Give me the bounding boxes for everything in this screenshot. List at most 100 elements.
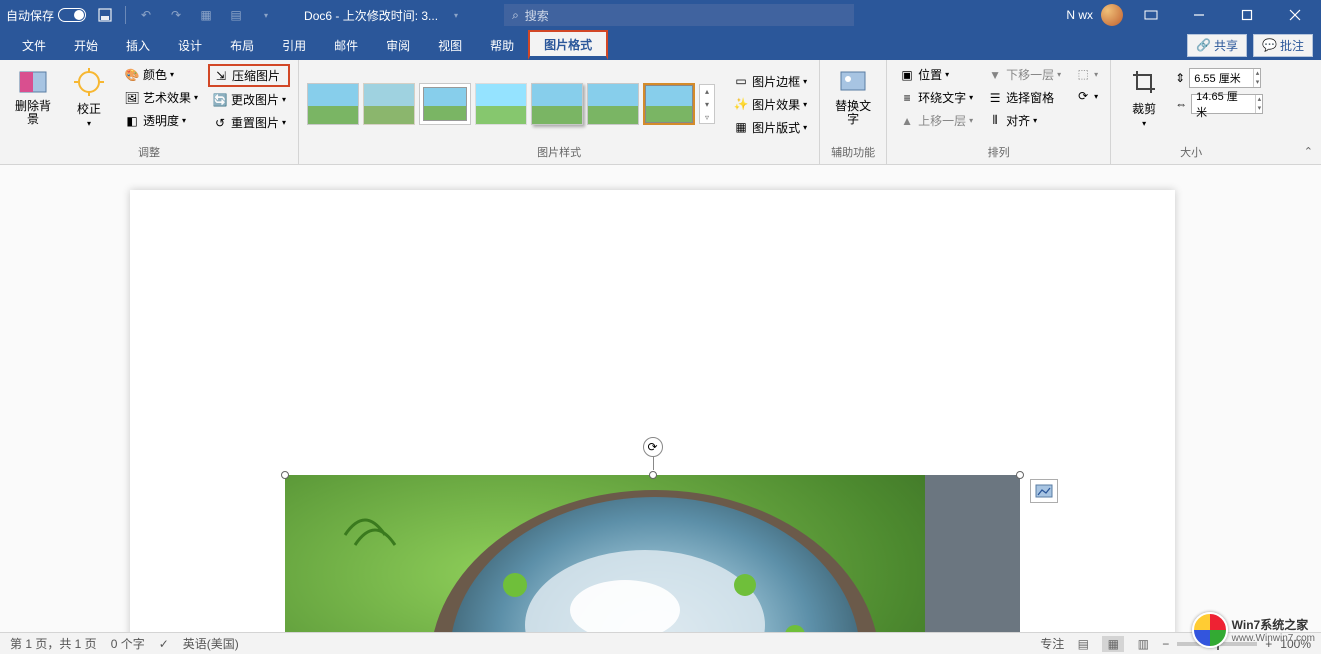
comment-icon: 💬 bbox=[1262, 38, 1277, 52]
proofing-icon[interactable]: ✓ bbox=[159, 637, 169, 651]
crop-button[interactable]: 裁剪▾ bbox=[1119, 64, 1169, 130]
zoom-out-icon[interactable]: − bbox=[1162, 637, 1169, 651]
rotate-handle[interactable]: ⟳ bbox=[643, 437, 663, 457]
style-thumb[interactable] bbox=[307, 83, 359, 125]
ribbon-mode-icon[interactable] bbox=[1131, 0, 1171, 30]
word-count[interactable]: 0 个字 bbox=[111, 635, 145, 652]
sel-pane-icon: ☰ bbox=[987, 90, 1003, 106]
remove-bg-icon bbox=[17, 66, 49, 98]
tab-insert[interactable]: 插入 bbox=[112, 30, 164, 60]
maximize-icon[interactable] bbox=[1227, 0, 1267, 30]
width-icon: ⇔ bbox=[1175, 97, 1187, 111]
style-thumb[interactable] bbox=[363, 83, 415, 125]
tab-home[interactable]: 开始 bbox=[60, 30, 112, 60]
resize-handle[interactable] bbox=[649, 471, 657, 479]
height-input[interactable]: 6.55 厘米 bbox=[1189, 68, 1261, 88]
watermark-url: www.Winwin7.com bbox=[1232, 633, 1315, 644]
rotate-button[interactable]: ⟳▾ bbox=[1071, 86, 1102, 106]
artistic-icon: 🖼 bbox=[124, 90, 140, 106]
group-label-styles: 图片样式 bbox=[307, 144, 811, 162]
style-thumb[interactable] bbox=[531, 83, 583, 125]
change-picture-button[interactable]: 🔄更改图片▾ bbox=[208, 89, 290, 110]
tab-file[interactable]: 文件 bbox=[8, 30, 60, 60]
close-icon[interactable] bbox=[1275, 0, 1315, 30]
wrap-text-button[interactable]: ≡环绕文字▾ bbox=[895, 87, 977, 108]
undo-icon[interactable]: ↶ bbox=[134, 3, 158, 27]
tab-review[interactable]: 审阅 bbox=[372, 30, 424, 60]
save-icon[interactable] bbox=[93, 3, 117, 27]
corrections-icon bbox=[73, 66, 105, 98]
style-thumb-selected[interactable] bbox=[643, 83, 695, 125]
resize-handle[interactable] bbox=[1016, 471, 1024, 479]
position-button[interactable]: ▣位置▾ bbox=[895, 64, 977, 85]
layout-options-button[interactable] bbox=[1030, 479, 1058, 503]
focus-mode[interactable]: 专注 bbox=[1040, 635, 1064, 652]
tab-view[interactable]: 视图 bbox=[424, 30, 476, 60]
width-input[interactable]: 14.65 厘米 bbox=[1191, 94, 1263, 114]
alt-text-button[interactable]: 替换文字 bbox=[828, 64, 878, 128]
autosave-label: 自动保存 bbox=[6, 7, 54, 24]
gallery-more-button[interactable]: ▴▾▿ bbox=[699, 84, 715, 124]
title-dropdown-icon[interactable]: ▾ bbox=[444, 3, 468, 27]
border-icon: ▭ bbox=[733, 73, 749, 89]
watermark-logo-icon bbox=[1192, 612, 1228, 648]
qat-icon2[interactable]: ▤ bbox=[224, 3, 248, 27]
tab-picture-format[interactable]: 图片格式 bbox=[528, 30, 608, 60]
group-label-adjust: 调整 bbox=[8, 144, 290, 162]
reset-picture-button[interactable]: ↺重置图片▾ bbox=[208, 112, 290, 133]
document-area[interactable]: ⟳ bbox=[0, 165, 1321, 632]
collapse-ribbon-icon[interactable]: ⌃ bbox=[1304, 145, 1313, 158]
group-label-accessibility: 辅助功能 bbox=[828, 144, 878, 162]
autosave-toggle[interactable]: 自动保存 开 bbox=[6, 7, 75, 24]
minimize-icon[interactable] bbox=[1179, 0, 1219, 30]
artistic-effects-button[interactable]: 🖼艺术效果▾ bbox=[120, 87, 202, 108]
style-thumb[interactable] bbox=[419, 83, 471, 125]
height-field[interactable]: ⇕6.55 厘米 bbox=[1175, 68, 1263, 88]
share-icon: 🔗 bbox=[1196, 38, 1211, 52]
picture-styles-gallery[interactable]: ▴▾▿ bbox=[307, 83, 715, 125]
selection-pane-button[interactable]: ☰选择窗格 bbox=[983, 87, 1065, 108]
group-label-size: 大小 bbox=[1119, 144, 1263, 162]
qat-dropdown-icon[interactable]: ▾ bbox=[254, 3, 278, 27]
style-thumb[interactable] bbox=[475, 83, 527, 125]
user-avatar[interactable] bbox=[1101, 4, 1123, 26]
search-icon: ⌕ bbox=[512, 8, 519, 23]
tab-help[interactable]: 帮助 bbox=[476, 30, 528, 60]
tab-mailings[interactable]: 邮件 bbox=[320, 30, 372, 60]
language-status[interactable]: 英语(美国) bbox=[183, 635, 239, 652]
group-size: 裁剪▾ ⇕6.55 厘米 ⇔ 14.65 厘米 大小 bbox=[1111, 60, 1271, 164]
picture-layout-button[interactable]: ▦图片版式▾ bbox=[729, 117, 811, 138]
qat-icon[interactable]: ▦ bbox=[194, 3, 218, 27]
web-layout-icon[interactable]: ▥ bbox=[1132, 636, 1154, 652]
picture-effects-button[interactable]: ✨图片效果▾ bbox=[729, 94, 811, 115]
watermark: Win7系统之家 www.Winwin7.com bbox=[1192, 612, 1315, 648]
rotate-icon: ⟳ bbox=[1075, 88, 1091, 104]
color-icon: 🎨 bbox=[124, 67, 140, 83]
redo-icon[interactable]: ↷ bbox=[164, 3, 188, 27]
username-label: N wx bbox=[1066, 8, 1093, 22]
wrap-icon: ≡ bbox=[899, 90, 915, 106]
picture-border-button[interactable]: ▭图片边框▾ bbox=[729, 71, 811, 92]
tab-design[interactable]: 设计 bbox=[164, 30, 216, 60]
resize-handle[interactable] bbox=[281, 471, 289, 479]
remove-background-button[interactable]: 删除背景 bbox=[8, 64, 58, 128]
selected-image[interactable]: ⟳ bbox=[285, 475, 1020, 632]
width-field[interactable]: ⇔ 14.65 厘米 bbox=[1175, 94, 1263, 114]
toggle-switch[interactable] bbox=[58, 8, 86, 22]
page-status[interactable]: 第 1 页，共 1 页 bbox=[10, 635, 97, 652]
group-label-arrange: 排列 bbox=[895, 144, 1102, 162]
print-layout-icon[interactable]: ▦ bbox=[1102, 636, 1124, 652]
share-button[interactable]: 🔗共享 bbox=[1187, 34, 1247, 57]
search-box[interactable]: ⌕ 搜索 bbox=[504, 4, 854, 26]
tab-layout[interactable]: 布局 bbox=[216, 30, 268, 60]
corrections-button[interactable]: 校正▾ bbox=[64, 64, 114, 130]
comments-button[interactable]: 💬批注 bbox=[1253, 34, 1313, 57]
read-mode-icon[interactable]: ▤ bbox=[1072, 636, 1094, 652]
color-button[interactable]: 🎨颜色▾ bbox=[120, 64, 202, 85]
transparency-button[interactable]: ◧透明度▾ bbox=[120, 110, 202, 131]
style-thumb[interactable] bbox=[587, 83, 639, 125]
align-button[interactable]: ⫴对齐▾ bbox=[983, 110, 1065, 131]
watermark-brand: Win7系统之家 bbox=[1232, 616, 1315, 633]
tab-references[interactable]: 引用 bbox=[268, 30, 320, 60]
compress-pictures-button[interactable]: ⇲压缩图片 bbox=[208, 64, 290, 87]
